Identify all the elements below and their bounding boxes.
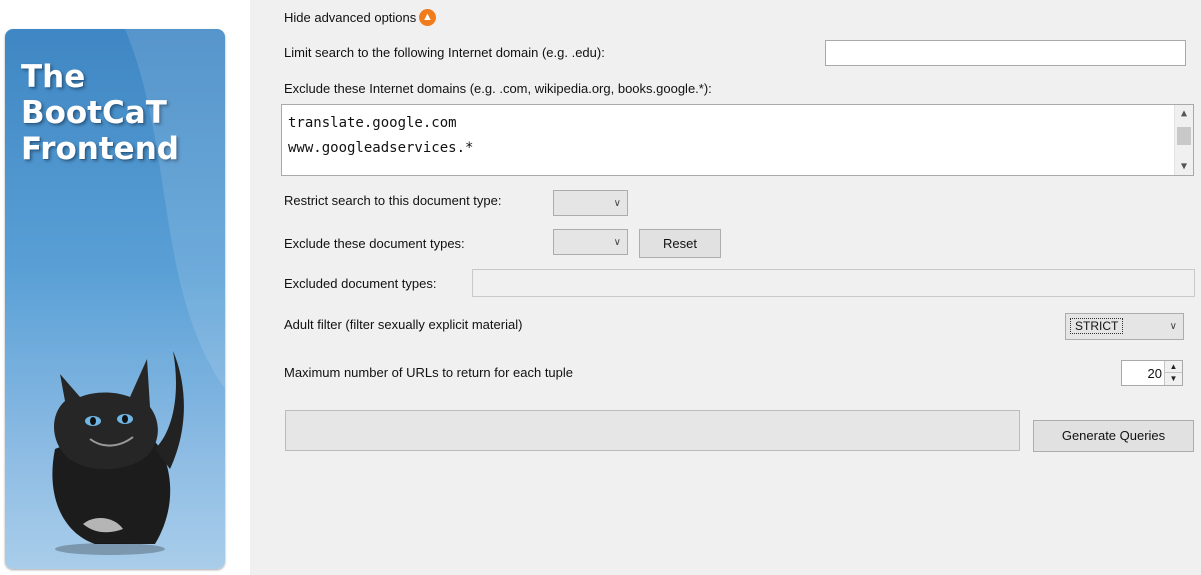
domain-limit-input[interactable] xyxy=(825,40,1186,66)
arrow-up-circle-icon[interactable]: ▲ xyxy=(419,9,436,26)
adult-filter-value: STRICT xyxy=(1070,318,1124,334)
restrict-doctype-label: Restrict search to this document type: xyxy=(284,193,502,208)
exclude-doctypes-label: Exclude these document types: xyxy=(284,236,465,251)
scroll-down-icon[interactable]: ▼ xyxy=(1175,158,1193,175)
generate-queries-button[interactable]: Generate Queries xyxy=(1033,420,1194,452)
max-urls-spinner[interactable]: 20 ▲ ▼ xyxy=(1121,360,1183,386)
hide-advanced-link[interactable]: Hide advanced options xyxy=(284,10,416,25)
restrict-doctype-select[interactable]: ∨ xyxy=(553,190,628,216)
exclude-domains-label: Exclude these Internet domains (e.g. .co… xyxy=(284,81,712,96)
exclude-doctypes-select[interactable]: ∨ xyxy=(553,229,628,255)
spin-down-icon[interactable]: ▼ xyxy=(1165,373,1182,385)
chevron-down-icon: ∨ xyxy=(613,236,621,248)
scroll-up-icon[interactable]: ▲ xyxy=(1175,105,1193,122)
chevron-down-icon: ∨ xyxy=(613,197,621,209)
adult-filter-select[interactable]: STRICT ∨ xyxy=(1065,313,1184,340)
chevron-down-icon: ∨ xyxy=(1169,321,1177,332)
scroll-thumb[interactable] xyxy=(1177,127,1191,145)
excluded-domain-line: www.googleadservices.* xyxy=(288,140,474,156)
max-urls-value: 20 xyxy=(1147,366,1162,381)
excluded-domain-line: translate.google.com xyxy=(288,115,457,131)
reset-button[interactable]: Reset xyxy=(639,229,721,258)
excluded-doctypes-field xyxy=(472,269,1195,297)
vertical-scrollbar[interactable]: ▲ ▼ xyxy=(1174,105,1193,175)
progress-bar xyxy=(285,410,1020,451)
domain-limit-label: Limit search to the following Internet d… xyxy=(284,45,605,60)
exclude-domains-textarea[interactable]: translate.google.com www.googleadservice… xyxy=(281,104,1194,176)
max-urls-label: Maximum number of URLs to return for eac… xyxy=(284,365,574,380)
black-cat-icon xyxy=(52,29,225,555)
spin-up-icon[interactable]: ▲ xyxy=(1165,361,1182,373)
adult-filter-label: Adult filter (filter sexually explicit m… xyxy=(284,317,523,332)
excluded-doctypes-label: Excluded document types: xyxy=(284,276,437,291)
logo-panel: The BootCaT Frontend xyxy=(0,0,250,575)
bootcat-banner: The BootCaT Frontend xyxy=(5,29,225,569)
